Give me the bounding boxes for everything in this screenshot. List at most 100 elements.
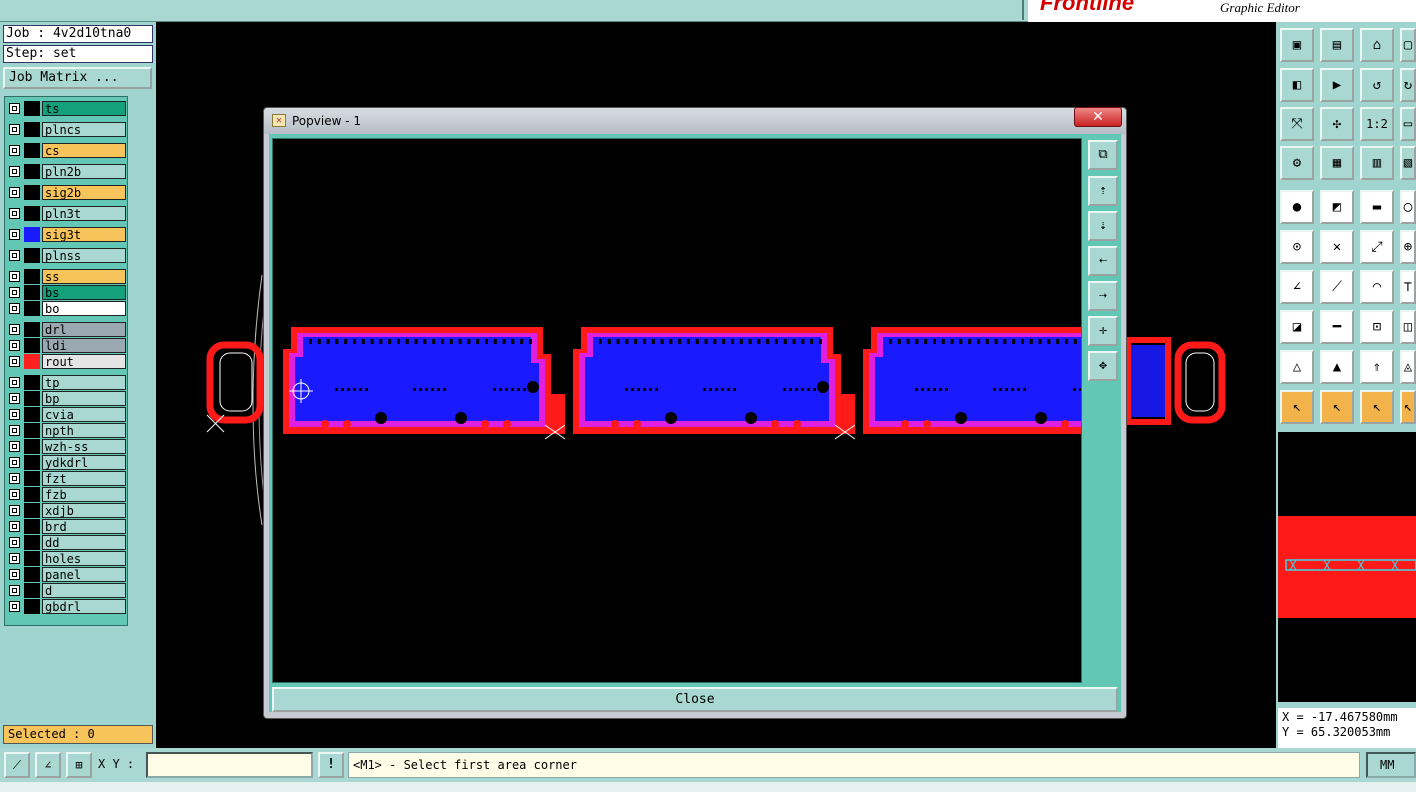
layer-color-swatch[interactable]	[24, 487, 40, 502]
layer-checkbox[interactable]	[9, 324, 20, 335]
layer-row[interactable]: sig2b	[6, 185, 126, 200]
layer-row[interactable]: ydkdrl	[6, 455, 126, 470]
job-matrix-button[interactable]: Job Matrix ...	[3, 67, 152, 89]
line-icon[interactable]: ◩	[1320, 190, 1354, 224]
layer-name[interactable]: sig3t	[42, 227, 126, 242]
select-icon[interactable]: ↖	[1280, 390, 1314, 424]
layer-color-swatch[interactable]	[24, 164, 40, 179]
layer-row[interactable]: cvia	[6, 407, 126, 422]
layer-checkbox[interactable]	[9, 457, 20, 468]
ratio-icon[interactable]: 1:2	[1360, 107, 1394, 141]
home-icon[interactable]: ⌂	[1360, 28, 1394, 62]
pan-left-icon[interactable]: ⇠	[1088, 246, 1118, 276]
layer-row[interactable]: bo	[6, 301, 126, 316]
layer-checkbox[interactable]	[9, 537, 20, 548]
popview-canvas[interactable]	[272, 138, 1082, 683]
layer-name[interactable]: ldi	[42, 338, 126, 353]
layer-name[interactable]: plncs	[42, 122, 126, 137]
tools-icon[interactable]: ⚙	[1280, 146, 1314, 180]
center-icon[interactable]: ✣	[1320, 107, 1354, 141]
open-job-icon[interactable]: ▣	[1280, 28, 1314, 62]
layer-color-swatch[interactable]	[24, 269, 40, 284]
layer-row[interactable]: d	[6, 583, 126, 598]
prompt-alert-button[interactable]: !	[318, 752, 344, 778]
layer-row[interactable]: tp	[6, 375, 126, 390]
angle-icon[interactable]: ∠	[1280, 270, 1314, 304]
layer-checkbox[interactable]	[9, 585, 20, 596]
layer-checkbox[interactable]	[9, 409, 20, 420]
layer-checkbox[interactable]	[9, 377, 20, 388]
layer-name[interactable]: sig2b	[42, 185, 126, 200]
layer-checkbox[interactable]	[9, 425, 20, 436]
edge-icon[interactable]: ◬	[1400, 350, 1416, 384]
layer-color-swatch[interactable]	[24, 391, 40, 406]
save-icon[interactable]: ▤	[1320, 28, 1354, 62]
layer-color-swatch[interactable]	[24, 354, 40, 369]
layer-checkbox[interactable]	[9, 569, 20, 580]
layer-color-swatch[interactable]	[24, 227, 40, 242]
layer-row[interactable]: bp	[6, 391, 126, 406]
overview-map[interactable]	[1278, 432, 1416, 702]
measure-icon[interactable]: ▬	[1360, 190, 1394, 224]
redo-icon[interactable]: ↻	[1400, 68, 1416, 102]
units-selector[interactable]: MM	[1366, 752, 1416, 778]
layer-checkbox[interactable]	[9, 208, 20, 219]
layer-row[interactable]: xdjb	[6, 503, 126, 518]
grid-mode-icon[interactable]: ⊞	[66, 752, 92, 778]
fork-icon[interactable]: ⊤	[1400, 270, 1416, 304]
cross-icon[interactable]: ✕	[1320, 230, 1354, 264]
layer-color-swatch[interactable]	[24, 301, 40, 316]
snap-mode-icon[interactable]: ⟋	[4, 752, 30, 778]
move-icon[interactable]: ⊡	[1360, 310, 1394, 344]
popview-title[interactable]: Popview - 1	[264, 108, 1126, 134]
layer-name[interactable]: ts	[42, 101, 126, 116]
triangle-icon[interactable]: △	[1280, 350, 1314, 384]
layer-checkbox[interactable]	[9, 489, 20, 500]
layer-checkbox[interactable]	[9, 187, 20, 198]
layer-name[interactable]: plnss	[42, 248, 126, 263]
layer-checkbox[interactable]	[9, 356, 20, 367]
lift-icon[interactable]: ⇑	[1360, 350, 1394, 384]
layers-icon[interactable]: ▥	[1360, 146, 1394, 180]
net-icon[interactable]: ⊕	[1400, 230, 1416, 264]
layer-name[interactable]: pln3t	[42, 206, 126, 221]
pan-down-icon[interactable]: ⇣	[1088, 211, 1118, 241]
layer-name[interactable]: ydkdrl	[42, 455, 126, 470]
layer-checkbox[interactable]	[9, 505, 20, 516]
layer-checkbox[interactable]	[9, 229, 20, 240]
layer-row[interactable]: fzt	[6, 471, 126, 486]
layer-checkbox[interactable]	[9, 553, 20, 564]
grid-icon[interactable]: ▦	[1320, 146, 1354, 180]
layer-color-swatch[interactable]	[24, 101, 40, 116]
frame-icon[interactable]: ▭	[1400, 107, 1416, 141]
fit-icon[interactable]: ⤧	[1280, 107, 1314, 141]
layer-row[interactable]: drl	[6, 322, 126, 337]
layer-name[interactable]: wzh-ss	[42, 439, 126, 454]
layer-checkbox[interactable]	[9, 166, 20, 177]
zoom-in-icon[interactable]: ✛	[1088, 316, 1118, 346]
bar-icon[interactable]: ━	[1320, 310, 1354, 344]
layer-row[interactable]: cs	[6, 143, 126, 158]
layer-color-swatch[interactable]	[24, 599, 40, 614]
zoom-out-icon[interactable]: ✥	[1088, 351, 1118, 381]
window-close-button[interactable]: ✕	[1074, 107, 1122, 127]
angle-mode-icon[interactable]: ∠	[35, 752, 61, 778]
pan-up-icon[interactable]: ⇡	[1088, 176, 1118, 206]
layer-checkbox[interactable]	[9, 287, 20, 298]
layer-row[interactable]: panel	[6, 567, 126, 582]
layer-row[interactable]: pln3t	[6, 206, 126, 221]
pan-right-icon[interactable]: ⇢	[1088, 281, 1118, 311]
shape-icon[interactable]: ◫	[1400, 310, 1416, 344]
layer-color-swatch[interactable]	[24, 185, 40, 200]
circle-icon[interactable]: ◯	[1400, 190, 1416, 224]
layer-color-swatch[interactable]	[24, 455, 40, 470]
slope-icon[interactable]: ⟋	[1320, 270, 1354, 304]
layer-color-swatch[interactable]	[24, 519, 40, 534]
layer-name[interactable]: pln2b	[42, 164, 126, 179]
layer-checkbox[interactable]	[9, 124, 20, 135]
layer-row[interactable]: pln2b	[6, 164, 126, 179]
layer-name[interactable]: gbdrl	[42, 599, 126, 614]
settings-icon[interactable]: ▧	[1400, 146, 1416, 180]
layer-row[interactable]: gbdrl	[6, 599, 126, 614]
layer-name[interactable]: ss	[42, 269, 126, 284]
